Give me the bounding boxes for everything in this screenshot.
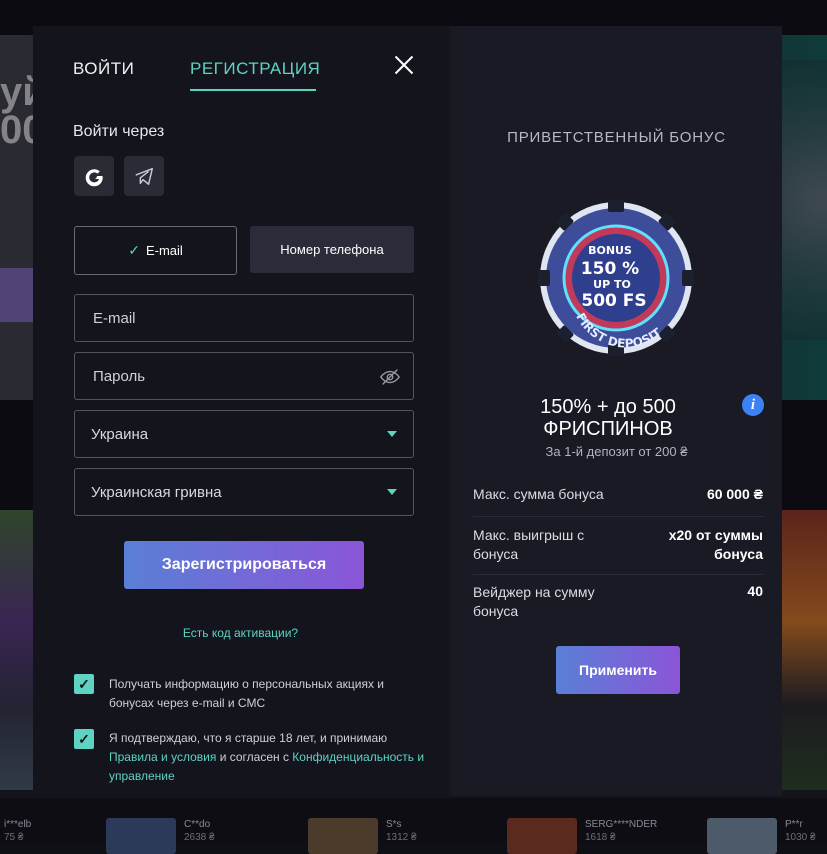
apply-bonus-button[interactable]: Применить (556, 646, 680, 694)
country-select[interactable]: Украина (74, 410, 414, 458)
chip-text-bonus: BONUS (588, 244, 632, 257)
tab-register[interactable]: РЕГИСТРАЦИЯ (190, 59, 320, 79)
recent-win-item: P**r 1030 ₴ (707, 798, 816, 854)
tab-active-indicator (190, 89, 316, 91)
bonus-row: Вейджер на сумму бонуса 40 (473, 583, 763, 621)
bonus-row-value: 40 (747, 583, 763, 599)
background-banner-art (782, 60, 827, 340)
method-phone-button[interactable]: Номер телефона (250, 226, 414, 273)
promo-code-link[interactable]: Есть код активации? (33, 626, 448, 640)
register-button[interactable]: Зарегистрироваться (124, 541, 364, 589)
recent-win-item: S*s 1312 ₴ (308, 798, 417, 854)
background-game-tile (782, 510, 827, 790)
recent-win-item: C**do 2638 ₴ (106, 798, 215, 854)
chip-text-fs: 500 FS (581, 291, 646, 311)
email-input[interactable] (91, 308, 365, 328)
recent-win-item: SERG****NDER 1618 ₴ (507, 798, 657, 854)
age-terms-checkbox[interactable]: ✓ (74, 729, 94, 749)
currency-select[interactable]: Украинская гривна (74, 468, 414, 516)
bonus-row-value: x20 от суммы бонуса (668, 527, 763, 562)
bonus-row: Макс. сумма бонуса 60 000 ₴ (473, 486, 763, 502)
recent-wins-strip: i***elb 75 ₴ C**do 2638 ₴ S*s 1312 ₴ SERG**… (0, 798, 827, 854)
chip-text-upto: UP TO (593, 278, 631, 291)
password-input[interactable] (91, 366, 365, 386)
currency-value: Украинская гривна (91, 483, 222, 501)
password-field[interactable] (74, 352, 414, 400)
terms-link[interactable]: Правила и условия (109, 750, 216, 764)
telegram-icon (135, 167, 153, 185)
social-login-label: Войти через (73, 123, 165, 140)
checkmark-icon: ✓ (128, 242, 140, 258)
bonus-row: Макс. выигрыш с бонуса x20 от суммы бону… (473, 526, 763, 564)
registration-modal: ВОЙТИ РЕГИСТРАЦИЯ Войти через ✓ E-mail Н… (33, 26, 782, 796)
tab-login[interactable]: ВОЙТИ (73, 59, 134, 79)
close-icon[interactable] (391, 52, 417, 78)
country-value: Украина (91, 425, 149, 443)
registration-form-panel: ВОЙТИ РЕГИСТРАЦИЯ Войти через ✓ E-mail Н… (33, 26, 448, 796)
recent-win-item: i***elb 75 ₴ (4, 819, 32, 843)
eye-hidden-icon[interactable] (379, 366, 401, 388)
bonus-row-label: Макс. выигрыш с бонуса (473, 527, 585, 562)
bonus-row-label: Вейджер на сумму бонуса (473, 584, 595, 619)
age-terms-middle: и согласен с (216, 750, 293, 764)
bonus-row-value: 60 000 ₴ (706, 486, 763, 502)
telegram-login-button[interactable] (124, 156, 164, 196)
method-email-button[interactable]: ✓ E-mail (74, 226, 237, 275)
marketing-consent-text: Получать информацию о персональных акция… (109, 677, 385, 710)
casino-chip-image: BONUS 150 % UP TO 500 FS FIRST DEPOSIT (538, 200, 694, 356)
google-login-button[interactable] (74, 156, 114, 196)
chevron-down-icon (387, 431, 397, 437)
bonus-row-label: Макс. сумма бонуса (473, 486, 604, 502)
age-terms-prefix: Я подтверждаю, что я старше 18 лет, и пр… (109, 731, 388, 745)
age-terms-text: Я подтверждаю, что я старше 18 лет, и пр… (109, 729, 429, 786)
method-email-label: E-mail (145, 243, 183, 258)
bonus-title: 150% + до 500 ФРИСПИНОВ (540, 396, 676, 440)
info-icon[interactable]: i (742, 394, 764, 416)
google-icon (85, 169, 103, 187)
divider (473, 574, 763, 575)
email-field[interactable] (74, 294, 414, 342)
bonus-heading: ПРИВЕТСТВЕННЫЙ БОНУС (507, 129, 726, 146)
chip-text-percent: 150 % (581, 259, 639, 279)
divider (473, 516, 763, 517)
chevron-down-icon (387, 489, 397, 495)
bonus-subtitle: За 1-й депозит от 200 ₴ (545, 444, 688, 459)
background-game-tile (0, 510, 33, 790)
welcome-bonus-panel: ПРИВЕТСТВЕННЫЙ БОНУС BONUS 150 % UP TO 5… (451, 26, 782, 796)
marketing-checkbox[interactable]: ✓ (74, 674, 94, 694)
method-phone-label: Номер телефона (280, 242, 384, 257)
